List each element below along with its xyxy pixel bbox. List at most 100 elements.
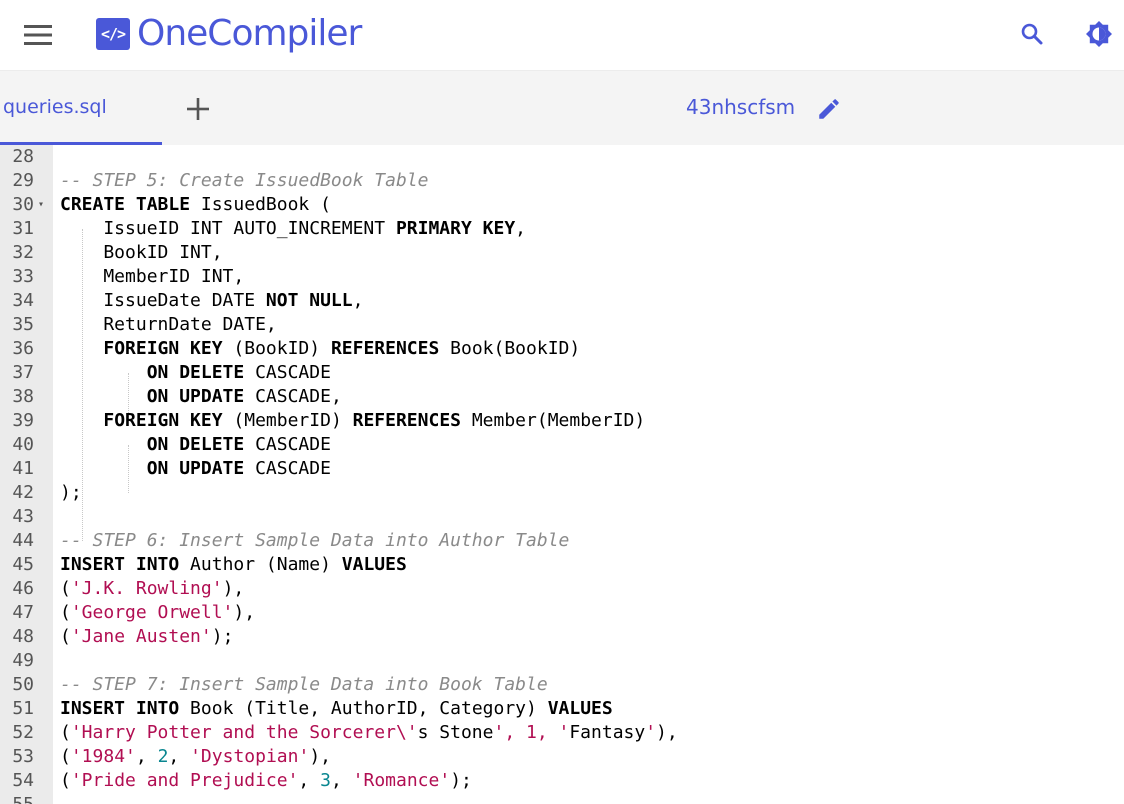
sql-text: ( [60,602,71,623]
sql-text: s Stone [417,722,494,743]
code-line[interactable]: 54 ('Pride and Prejudice', 3, 'Romance'); [0,769,1124,793]
code-line[interactable]: 43 [0,505,1124,529]
sql-text: IssueID INT AUTO_INCREMENT [60,218,396,239]
code-text: INSERT INTO Book (Title, AuthorID, Categ… [60,697,613,721]
code-text: INSERT INTO Author (Name) VALUES [60,553,407,577]
code-line[interactable]: 50 -- STEP 7: Insert Sample Data into Boo… [0,673,1124,697]
project-name[interactable]: 43nhscfsm [686,95,795,119]
sql-text: , [168,746,191,767]
line-number: 39 [12,410,34,431]
code-line[interactable]: 31 IssueID INT AUTO_INCREMENT PRIMARY KE… [0,217,1124,241]
code-line[interactable]: 51 INSERT INTO Book (Title, AuthorID, Cat… [0,697,1124,721]
code-line[interactable]: 53 ('1984', 2, 'Dystopian'), [0,745,1124,769]
code-line[interactable]: 44 -- STEP 6: Insert Sample Data into Aut… [0,529,1124,553]
code-line[interactable]: 41 ON UPDATE CASCADE [0,457,1124,481]
code-line[interactable]: 30 ▾ CREATE TABLE IssuedBook ( [0,193,1124,217]
line-number: 32 [12,242,34,263]
line-number: 43 [12,506,34,527]
line-number: 45 [12,554,34,575]
code-line[interactable]: 49 [0,649,1124,673]
line-number: 41 [12,458,34,479]
sql-text: IssuedBook ( [190,194,331,215]
sql-keyword: FOREIGN KEY [103,410,223,431]
line-number: 50 [12,674,34,695]
sql-keyword: FOREIGN KEY [103,338,223,359]
code-line[interactable]: 47 ('George Orwell'), [0,601,1124,625]
code-line[interactable]: 38 ON UPDATE CASCADE, [0,385,1124,409]
code-line[interactable]: 29 -- STEP 5: Create IssuedBook Table [0,169,1124,193]
sql-text: Book (Title, AuthorID, Category) [179,698,548,719]
sql-string: 'Romance' [352,770,451,791]
code-line[interactable]: 48 ('Jane Austen'); [0,625,1124,649]
search-button[interactable] [1012,14,1052,54]
code-line[interactable]: 28 [0,145,1124,169]
sql-text: ); [211,626,234,647]
code-line[interactable]: 34 IssueDate DATE NOT NULL, [0,289,1124,313]
code-lines: 28 29 -- STEP 5: Create IssuedBook Table 30… [0,145,1124,804]
code-text: ('1984', 2, 'Dystopian'), [60,745,331,769]
sql-text: ), [309,746,331,767]
edit-project-name-button[interactable] [813,93,845,125]
app-header: </> OneCompiler [0,0,1124,71]
tab-queries-sql[interactable]: queries.sql [0,71,162,145]
sql-keyword: ON UPDATE [146,458,245,479]
theme-toggle-button[interactable] [1079,14,1119,54]
line-number: 54 [12,770,34,791]
sql-keyword: PRIMARY KEY [395,218,516,239]
sql-text: ReturnDate DATE, [60,314,277,335]
sql-keyword: REFERENCES [330,338,440,359]
sql-text: , [298,770,321,791]
tab-label: queries.sql [3,96,107,118]
line-number: 44 [12,530,34,551]
sql-text: CASCADE [244,434,331,455]
code-text: ON UPDATE CASCADE, [60,385,342,409]
code-line[interactable]: 46 ('J.K. Rowling'), [0,577,1124,601]
code-text: ('Jane Austen'); [60,625,233,649]
code-text: FOREIGN KEY (BookID) REFERENCES Book(Boo… [60,337,580,361]
line-number: 47 [12,602,34,623]
code-text: FOREIGN KEY (MemberID) REFERENCES Member… [60,409,645,433]
code-line[interactable]: 55 [0,793,1124,804]
sql-text: IssueDate DATE [60,290,266,311]
sql-string: 'Dystopian' [190,746,310,767]
sql-string: 'Pride and Prejudice' [70,770,299,791]
hamburger-menu-icon [24,25,52,45]
menu-button[interactable] [14,13,62,57]
sql-text: ( [60,746,71,767]
code-line[interactable]: 40 ON DELETE CASCADE [0,433,1124,457]
code-line[interactable]: 36 FOREIGN KEY (BookID) REFERENCES Book(… [0,337,1124,361]
sql-keyword: ON DELETE [146,434,245,455]
code-line[interactable]: 52 ('Harry Potter and the Sorcerer\'s Sto… [0,721,1124,745]
code-editor[interactable]: 28 29 -- STEP 5: Create IssuedBook Table 30… [0,145,1124,804]
line-number: 53 [12,746,34,767]
code-line[interactable]: 32 BookID INT, [0,241,1124,265]
code-text: ON DELETE CASCADE [60,361,331,385]
logo-code-icon: </> [96,18,130,50]
code-line[interactable]: 33 MemberID INT, [0,265,1124,289]
sql-text: ( [60,578,71,599]
sql-text: CASCADE [244,362,331,383]
code-text: BookID INT, [60,241,222,265]
fold-arrow-icon[interactable]: ▾ [38,193,48,217]
code-line[interactable]: 39 FOREIGN KEY (MemberID) REFERENCES Mem… [0,409,1124,433]
code-line[interactable]: 37 ON DELETE CASCADE [0,361,1124,385]
app-logo[interactable]: </> OneCompiler [96,12,362,56]
sql-text: ), [222,578,245,599]
sql-text: Fantasy [569,722,646,743]
code-text: IssueID INT AUTO_INCREMENT PRIMARY KEY, [60,217,526,241]
code-line[interactable]: 42); [0,481,1124,505]
line-number: 38 [12,386,34,407]
sql-string: 'Jane Austen' [70,626,212,647]
code-text: -- STEP 6: Insert Sample Data into Autho… [60,529,569,553]
line-number: 33 [12,266,34,287]
brightness-icon [1086,21,1112,47]
sql-keyword: REFERENCES [352,410,461,431]
code-line[interactable]: 35 ReturnDate DATE, [0,313,1124,337]
sql-string: 'George Orwell' [70,602,234,623]
sql-text: CASCADE [244,458,331,479]
add-file-button[interactable] [181,92,215,126]
code-line[interactable]: 45 INSERT INTO Author (Name) VALUES [0,553,1124,577]
sql-text: , [330,770,353,791]
